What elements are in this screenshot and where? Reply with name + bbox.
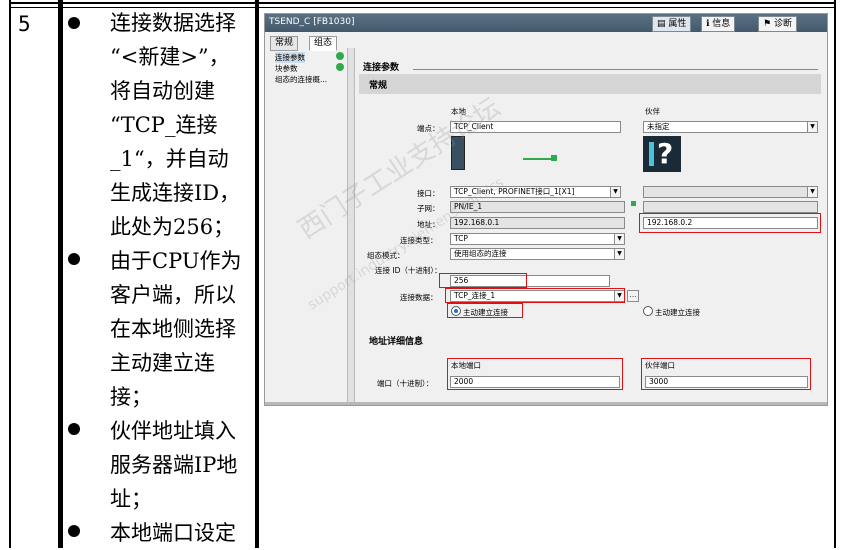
subnet-status-icon <box>631 201 636 206</box>
port-label: 端口（十进制）： <box>377 379 434 388</box>
nav-item-configured-connections[interactable]: 组态的连接概... <box>275 74 327 85</box>
window-title: TSEND_C [FB1030] <box>269 17 355 27</box>
tab-diagnostics[interactable]: ⚑ 诊断 <box>758 16 797 32</box>
conn-data-label: 连接数据： <box>400 293 438 302</box>
endpoint-partner-select[interactable]: 未指定 ▼ <box>643 121 818 133</box>
properties-icon: ▤ <box>657 19 669 29</box>
chevron-down-icon: ▼ <box>610 187 620 197</box>
browse-button[interactable]: … <box>627 290 639 302</box>
connection-end-icon <box>551 155 557 161</box>
text-line: 主动建立连 <box>110 351 215 375</box>
address-local-field: 192.168.0.1 <box>450 217 625 229</box>
nav-item-block-params[interactable]: 块参数 <box>275 63 298 74</box>
question-mark-glyph: ? <box>657 137 674 170</box>
chevron-down-icon: ▼ <box>807 122 817 132</box>
partner-slot-bar <box>649 142 654 166</box>
connection-line-icon <box>523 158 553 160</box>
bullet <box>68 525 80 537</box>
text-line: “<新建>”， <box>110 45 230 69</box>
column-partner: 伙伴 <box>645 107 660 116</box>
chevron-down-icon: ▼ <box>807 187 817 197</box>
config-mode-select[interactable]: 使用组态的连接 ▼ <box>450 248 625 260</box>
interface-partner-select: ▼ <box>643 186 818 198</box>
highlight-active-connect <box>447 303 523 318</box>
text-line: 伙伴地址填入 <box>110 419 236 443</box>
text-line: 生成连接ID， <box>110 181 241 205</box>
address-details-title: 地址详细信息 <box>369 337 424 347</box>
text-line: 服务器端IP地 <box>110 453 238 477</box>
highlight-local-port <box>447 358 623 390</box>
bullet <box>68 423 80 435</box>
interface-label: 接口： <box>417 189 440 198</box>
active-connect-partner-label: 主动建立连接 <box>655 308 700 317</box>
text-line: 由于CPU作为 <box>110 249 242 273</box>
text-line: “TCP_连接 <box>110 113 218 137</box>
text-line: 将自动创建 <box>110 79 215 103</box>
bullet <box>68 17 80 29</box>
subnet-partner-field <box>643 201 818 213</box>
nav-item-connection-params[interactable]: 连接参数 <box>275 52 305 63</box>
text-line: 连接数据选择 <box>110 11 236 35</box>
chevron-down-icon: ▼ <box>614 234 624 244</box>
inspector-title-bar: TSEND_C [FB1030] ▤ 属性 ℹ 信息 ⚑ 诊断 <box>265 14 827 32</box>
text-line: 接； <box>110 385 152 409</box>
section-rule <box>413 69 818 70</box>
tab-properties[interactable]: ▤ 属性 <box>652 16 692 32</box>
subnet-label: 子网： <box>417 204 440 213</box>
ok-status-icon <box>336 63 344 71</box>
highlight-conn-data <box>445 288 625 303</box>
diagnostics-icon: ⚑ <box>763 19 774 29</box>
table-border-left <box>9 0 11 548</box>
table-divider-text <box>255 0 259 548</box>
chevron-down-icon: ▼ <box>614 249 624 259</box>
text-line: 在本地侧选择 <box>110 317 236 341</box>
text-line: 址； <box>110 487 152 511</box>
ok-status-icon <box>336 52 344 60</box>
table-border-right <box>834 0 836 548</box>
text-line: 客户端，所以 <box>110 283 236 307</box>
panel-edge-shadow <box>265 402 827 405</box>
unknown-partner-icon: ? <box>643 136 681 172</box>
highlight-partner-port <box>641 358 811 390</box>
section-title: 连接参数 <box>363 63 400 73</box>
text-line: 本地端口设定 <box>110 521 236 545</box>
bullet <box>68 253 80 265</box>
table-divider-num <box>58 0 63 548</box>
tab-info[interactable]: ℹ 信息 <box>701 16 736 32</box>
highlight-partner-address <box>639 213 821 233</box>
conn-type-select[interactable]: TCP ▼ <box>450 233 625 245</box>
splitter-bar[interactable] <box>347 48 355 404</box>
text-line: 此处为256； <box>110 215 235 239</box>
active-connect-partner-radio[interactable] <box>643 306 653 316</box>
highlight-conn-id <box>439 273 527 288</box>
text-line: _1“，并自动 <box>110 147 229 171</box>
step-number: 5 <box>18 12 31 36</box>
general-title: 常规 <box>369 81 388 91</box>
table-top-rule <box>9 2 836 4</box>
